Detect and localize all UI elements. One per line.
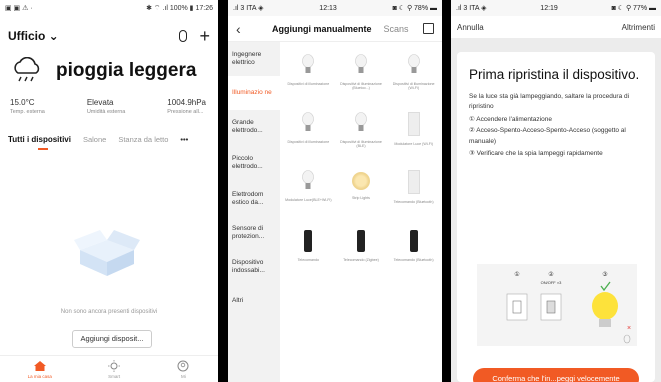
confirm-blinking-button[interactable]: Conferma che l'in...peggi velocemente: [473, 368, 639, 382]
room-tabs: Tutti i dispositivi Salone Stanza da let…: [0, 115, 218, 144]
status-right: ✱ ⌔ .ıl 100% ▮ 17:26: [146, 4, 213, 12]
step-3: ③ Verificare che la spia lampeggi rapida…: [469, 149, 603, 157]
category-item[interactable]: Sensore di protezion...: [228, 216, 280, 250]
status-time: 12:13: [319, 4, 337, 12]
device-item[interactable]: Dispositivi di illuminazione (BLE): [337, 106, 386, 164]
tab-all-devices[interactable]: Tutti i dispositivi: [8, 135, 71, 144]
sun-icon: [108, 359, 121, 372]
bulb-icon: [355, 54, 367, 73]
step-2: ② Acceso-Spento-Acceso-Spento-Acceso (so…: [469, 127, 626, 146]
status-bar: .ıl 3 ITA ◈ 12:13 ◙ ☾ ⚲ 78% ▬: [228, 0, 442, 16]
device-item[interactable]: Dispositivi di illuminazione: [284, 106, 333, 164]
reset-steps: ① Accendere l'alimentazione ② Acceso-Spe…: [469, 114, 643, 160]
empty-state-text: Non sono ancora presenti dispositivi: [60, 309, 158, 315]
device-grid: Dispositivi di illuminazione Dispositivi…: [280, 42, 442, 382]
category-item[interactable]: Piccolo elettrodo...: [228, 144, 280, 182]
bulb-icon: [407, 54, 420, 73]
svg-text:×: ×: [627, 325, 631, 332]
category-item[interactable]: Grande elettrodo...: [228, 110, 280, 144]
stat-temperature: 15.0°C Temp. esterna: [10, 98, 45, 115]
nav-profile[interactable]: Mi: [176, 360, 190, 379]
device-item[interactable]: Dispositivi di illuminazione: [284, 48, 333, 106]
category-item[interactable]: Ingegnere elettrico: [228, 42, 280, 76]
back-arrow-icon[interactable]: ‹: [236, 21, 256, 37]
reset-intro: Se la luce sta già lampeggiando, saltare…: [469, 92, 630, 110]
bulb-icon: [355, 112, 367, 131]
strip-lights-icon: [351, 172, 370, 190]
bulb-icon: [302, 54, 315, 73]
status-time: 12:19: [540, 4, 558, 12]
home-selector[interactable]: Ufficio ⌄: [8, 29, 59, 43]
home-icon: [33, 360, 46, 371]
category-sidebar: Ingegnere elettrico Illuminazio ne Grand…: [228, 42, 280, 382]
status-right: ◙ ☾ ⚲ 77% ▬: [611, 5, 656, 12]
remote-icon: [356, 230, 365, 252]
tab-salone[interactable]: Salone: [83, 135, 106, 144]
home-screen: ▣ ▣ ⚠ · ✱ ⌔ .ıl 100% ▮ 17:26 Ufficio ⌄ +…: [0, 0, 218, 382]
remote-icon: [409, 230, 418, 252]
home-header: Ufficio ⌄ +: [0, 16, 218, 48]
scan-icon[interactable]: [423, 23, 434, 34]
device-item[interactable]: Telecomando (Zigbee): [337, 222, 386, 280]
bottom-navigation: La mia casa Smart Mi: [0, 355, 218, 382]
weather-condition: pioggia leggera: [56, 60, 197, 81]
tab-stanza-da-letto[interactable]: Stanza da letto: [118, 135, 168, 144]
tab-scans[interactable]: Scans: [384, 24, 409, 34]
remote-icon: [304, 230, 313, 252]
reset-device-screen: .ıl 3 ITA ◈ 12:19 ◙ ☾ ⚲ 77% ▬ Annulla Al…: [451, 0, 661, 382]
illus-step-3: ③: [602, 271, 607, 278]
reset-heading: Prima ripristina il dispositivo.: [469, 67, 640, 82]
category-item[interactable]: Elettrodom estico da...: [228, 182, 280, 216]
remote-panel-icon: [407, 170, 420, 194]
empty-box-icon: [74, 230, 140, 276]
status-left: ▣ ▣ ⚠ ·: [5, 5, 33, 12]
add-device-header: ‹ Aggiungi manualmente Scans: [228, 16, 442, 42]
category-item[interactable]: Dispositivo indossabi...: [228, 250, 280, 284]
other-mode-button[interactable]: Altrimenti: [622, 23, 655, 32]
device-item[interactable]: Telecomando (Bluetooth): [389, 222, 438, 280]
device-item[interactable]: Telecomando (Bluetooth): [389, 164, 438, 222]
add-device-button[interactable]: Aggiungi disposit...: [72, 330, 152, 348]
category-item[interactable]: Altri: [228, 284, 280, 318]
illus-step-2: ②: [548, 271, 554, 278]
device-item[interactable]: Strip Lights: [337, 164, 386, 222]
status-left: .ıl 3 ITA ◈: [456, 5, 487, 12]
stat-pressure: 1004.9hPa Pressione all...: [167, 98, 206, 115]
add-icon[interactable]: +: [199, 27, 210, 45]
dimmer-icon: [407, 112, 420, 136]
illus-onoff-label: ON/OFF ×3: [541, 280, 563, 285]
stat-humidity: Elevata Umidità esterna: [86, 98, 126, 115]
step-1: ① Accendere l'alimentazione: [469, 115, 552, 123]
illus-step-1: ①: [514, 271, 519, 278]
rain-cloud-icon: [14, 57, 40, 82]
cancel-button[interactable]: Annulla: [457, 23, 484, 32]
tab-manual-add[interactable]: Aggiungi manualmente: [272, 24, 372, 34]
bulb-icon: [302, 170, 315, 189]
reset-card: Prima ripristina il dispositivo. Se la l…: [457, 52, 655, 382]
device-item[interactable]: Dispositivi di illuminazione (Wi-Fi): [389, 48, 438, 106]
device-item[interactable]: Telecomando: [284, 222, 333, 280]
reset-header: Annulla Altrimenti: [451, 16, 661, 38]
device-item[interactable]: Modulatore Luce(BLE+Wi-Fi): [284, 164, 333, 222]
reset-illustration: ① ② ON/OFF ×3 ③ ×: [477, 264, 637, 346]
reset-steps-illustration: ① ② ON/OFF ×3 ③ ×: [506, 271, 631, 344]
category-item[interactable]: Illuminazio ne: [228, 76, 280, 110]
weather-stats: 15.0°C Temp. esterna Elevata Umidità ester…: [0, 88, 218, 115]
weather-block: pioggia leggera: [0, 48, 218, 88]
microphone-icon[interactable]: [179, 30, 188, 42]
device-item[interactable]: Dispositivi di illuminazione (Bluetoo...…: [337, 48, 386, 106]
status-bar: .ıl 3 ITA ◈ 12:19 ◙ ☾ ⚲ 77% ▬: [451, 0, 661, 16]
add-device-screen: .ıl 3 ITA ◈ 12:13 ◙ ☾ ⚲ 78% ▬ ‹ Aggiungi…: [228, 0, 442, 382]
more-tabs-button[interactable]: •••: [180, 135, 188, 144]
status-right: ◙ ☾ ⚲ 78% ▬: [392, 5, 437, 12]
nav-home[interactable]: La mia casa: [28, 360, 52, 379]
device-item[interactable]: Modulatore Luce (Wi-Fi): [389, 106, 438, 164]
nav-smart[interactable]: Smart: [107, 359, 121, 379]
status-bar: ▣ ▣ ⚠ · ✱ ⌔ .ıl 100% ▮ 17:26: [0, 0, 218, 16]
status-left: .ıl 3 ITA ◈: [233, 5, 264, 12]
user-icon: [177, 360, 189, 371]
tab-indicator: [38, 148, 48, 150]
bulb-icon: [302, 112, 315, 131]
